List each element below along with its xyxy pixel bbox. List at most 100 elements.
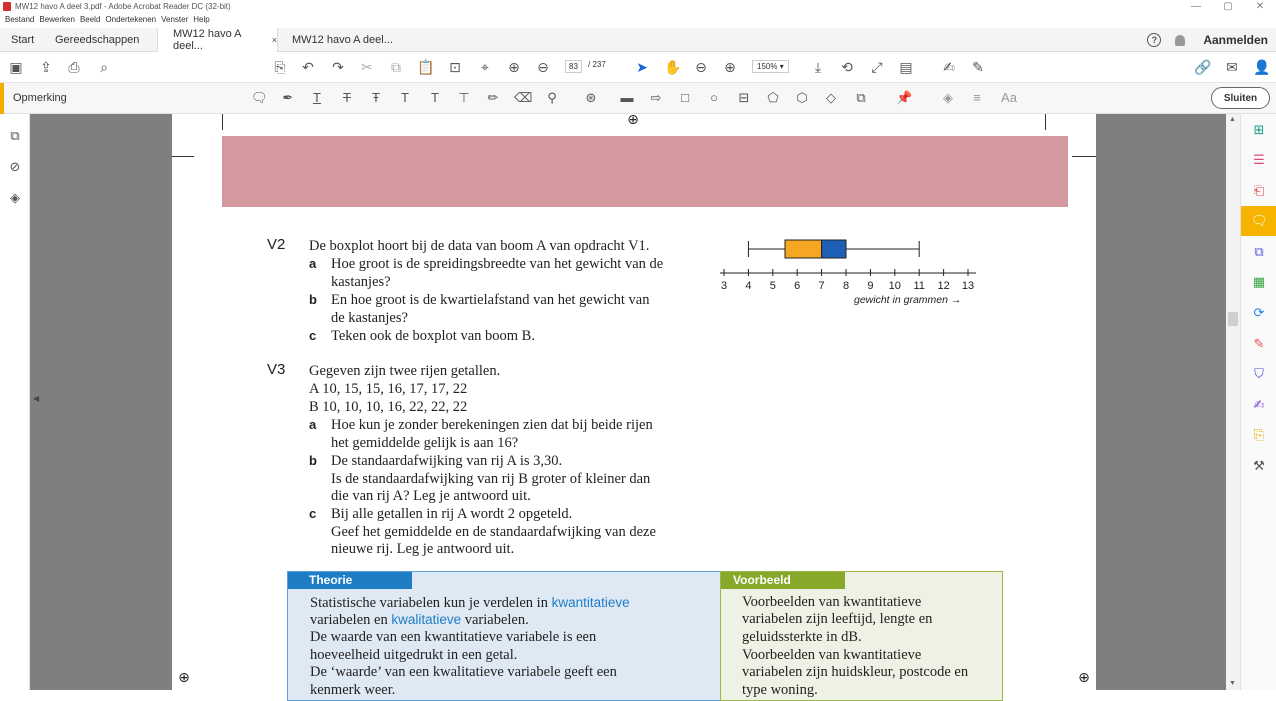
print-icon[interactable]: ⎙	[66, 59, 82, 75]
cut-icon[interactable]: ✂	[359, 59, 375, 75]
oval-icon[interactable]: ○	[706, 90, 722, 106]
text-box-icon[interactable]: ⊤	[456, 90, 472, 106]
hand-tool-icon[interactable]: ✋	[664, 59, 681, 75]
compare-tool-icon[interactable]: ⟳	[1251, 305, 1267, 321]
zoom-search-icon[interactable]: ⌕	[96, 59, 112, 75]
close-comment-button[interactable]: Sluiten	[1211, 87, 1270, 109]
replace-text-icon[interactable]: Ŧ	[368, 90, 384, 106]
line-icon[interactable]: ▬	[619, 90, 635, 106]
cloud-icon[interactable]: ⬡	[794, 90, 810, 106]
stamp-tool-icon[interactable]: ⎘	[1251, 427, 1267, 443]
tab-doc-label: MW12 havo A deel...	[173, 28, 241, 52]
tab-start[interactable]: Start	[11, 28, 34, 52]
eraser-icon[interactable]: ⌫	[514, 90, 532, 106]
redo-icon[interactable]: ↷	[330, 59, 346, 75]
fit-page-icon[interactable]: ⤓	[810, 59, 826, 75]
v3-b-line3: die van rij A? Leg je antwoord uit.	[331, 488, 531, 504]
zoom-in-icon[interactable]: ⊕	[722, 59, 738, 75]
fill-sign-icon[interactable]: ✎	[970, 59, 986, 75]
pencil-icon[interactable]: ✏	[485, 90, 501, 106]
snapshot-icon[interactable]: ⊡	[447, 59, 463, 75]
sign-icon[interactable]: ✍	[941, 59, 957, 75]
comment-tool-icon[interactable]: 🗨	[1251, 213, 1268, 229]
protect-tool-icon[interactable]: ⛉	[1251, 366, 1267, 382]
create-pdf-tool-icon[interactable]: ⊞	[1251, 122, 1267, 138]
page-up-icon[interactable]: ⊕	[506, 59, 522, 75]
add-text-icon[interactable]: T	[427, 90, 443, 106]
strikethrough-icon[interactable]: T	[339, 90, 355, 106]
shapes-icon[interactable]: ⧉	[853, 90, 869, 106]
upload-icon[interactable]: ⇪	[38, 59, 54, 75]
arrow-icon[interactable]: ⇨	[648, 90, 664, 106]
zoom-select[interactable]: 150% ▾	[752, 60, 789, 73]
v3-intro: Gegeven zijn twee rijen getallen.	[309, 363, 501, 379]
rectangle-icon[interactable]: □	[677, 90, 693, 106]
pin-icon[interactable]: 📌	[896, 90, 912, 106]
signin-link[interactable]: Aanmelden	[1203, 33, 1268, 47]
font-size-icon[interactable]: Aa	[999, 90, 1019, 106]
read-mode-icon[interactable]: ▤	[898, 59, 914, 75]
restore-button[interactable]: ▢	[1212, 0, 1244, 13]
insert-text-icon[interactable]: T	[397, 90, 413, 106]
page-down-icon[interactable]: ⊖	[535, 59, 551, 75]
layers-icon[interactable]: ◈	[7, 190, 23, 206]
tab-doc-active[interactable]: MW12 havo A deel... ×	[157, 28, 278, 52]
fill-sign-tool-icon[interactable]: ✎	[1251, 336, 1267, 352]
create-pdf-icon[interactable]: ⎘	[272, 59, 288, 75]
combine-files-tool-icon[interactable]: ⧉	[1251, 244, 1267, 260]
organize-pages-tool-icon[interactable]: ☰	[1251, 152, 1267, 168]
copy-icon[interactable]: ⧉	[388, 59, 404, 75]
line-weight-icon[interactable]: ≡	[969, 90, 985, 106]
select-cursor-icon[interactable]: ➤	[634, 59, 650, 75]
fullscreen-icon[interactable]: ⤢	[869, 59, 885, 75]
attach-icon[interactable]: ⊛	[583, 90, 599, 106]
tab-doc-2[interactable]: MW12 havo A deel...	[292, 28, 393, 52]
pages-icon[interactable]: ⧉	[7, 128, 23, 144]
share-user-icon[interactable]: 👤	[1253, 59, 1270, 75]
close-window-button[interactable]: ✕	[1244, 0, 1276, 13]
collapse-left-icon[interactable]: ◀	[33, 394, 39, 403]
find-icon[interactable]: ⌖	[477, 59, 493, 75]
document-viewport[interactable]: ◀ ⊕ ⊕ ⊕ V2 De boxplot hoort bij de data …	[30, 111, 1226, 701]
tab-tools[interactable]: Gereedschappen	[55, 28, 139, 52]
underline-icon[interactable]: T	[309, 90, 325, 106]
minimize-button[interactable]: —	[1180, 0, 1212, 13]
edit-pdf-tool-icon[interactable]: ▦	[1251, 274, 1267, 290]
zoom-value: 150%	[757, 62, 778, 71]
menu-beeld[interactable]: Beeld	[80, 15, 100, 24]
menu-help[interactable]: Help	[193, 15, 209, 24]
mail-icon[interactable]: ✉	[1224, 59, 1240, 75]
polygon-icon[interactable]: ⬠	[765, 90, 781, 106]
rotate-icon[interactable]: ⟲	[839, 59, 855, 75]
polyline-icon[interactable]: ◇	[823, 90, 839, 106]
boxplot-upper-box	[821, 239, 847, 259]
theorie-line-3: De waarde van een kwantitatieve variabel…	[310, 629, 597, 645]
scroll-up-icon[interactable]: ▲	[1229, 116, 1236, 123]
textbox-callout-icon[interactable]: ⊟	[736, 90, 752, 106]
highlight-icon[interactable]: ✒	[280, 90, 296, 106]
more-tools-icon[interactable]: ⚒	[1251, 458, 1267, 474]
sign-tool-icon[interactable]: ✍	[1251, 397, 1267, 413]
export-pdf-tool-icon[interactable]: ⎗	[1251, 183, 1267, 199]
bell-icon[interactable]	[1175, 34, 1186, 46]
tab-close-icon[interactable]: ×	[272, 35, 277, 45]
menu-bewerken[interactable]: Bewerken	[39, 15, 75, 24]
attachments-icon[interactable]: ⊘	[7, 159, 23, 175]
theorie-text: variabelen en	[310, 612, 392, 628]
menu-bestand[interactable]: Bestand	[5, 15, 34, 24]
link-icon[interactable]: 🔗	[1194, 59, 1211, 75]
stamp-icon[interactable]: ⚲	[544, 90, 560, 106]
menu-venster[interactable]: Venster	[161, 15, 188, 24]
save-icon[interactable]: ▣	[8, 59, 24, 75]
scroll-down-icon[interactable]: ▼	[1229, 680, 1236, 687]
help-icon[interactable]: ?	[1147, 33, 1162, 47]
fill-color-icon[interactable]: ◈	[940, 90, 956, 106]
page-number-input[interactable]: 83	[565, 60, 582, 73]
paste-icon[interactable]: 📋	[417, 59, 434, 75]
zoom-out-icon[interactable]: ⊖	[693, 59, 709, 75]
menu-ondertekenen[interactable]: Ondertekenen	[105, 15, 156, 24]
vertical-scrollbar[interactable]: ▲ ▼	[1226, 114, 1240, 690]
scroll-thumb[interactable]	[1228, 312, 1238, 326]
sticky-note-icon[interactable]: 🗨	[251, 90, 268, 106]
undo-icon[interactable]: ↶	[300, 59, 316, 75]
